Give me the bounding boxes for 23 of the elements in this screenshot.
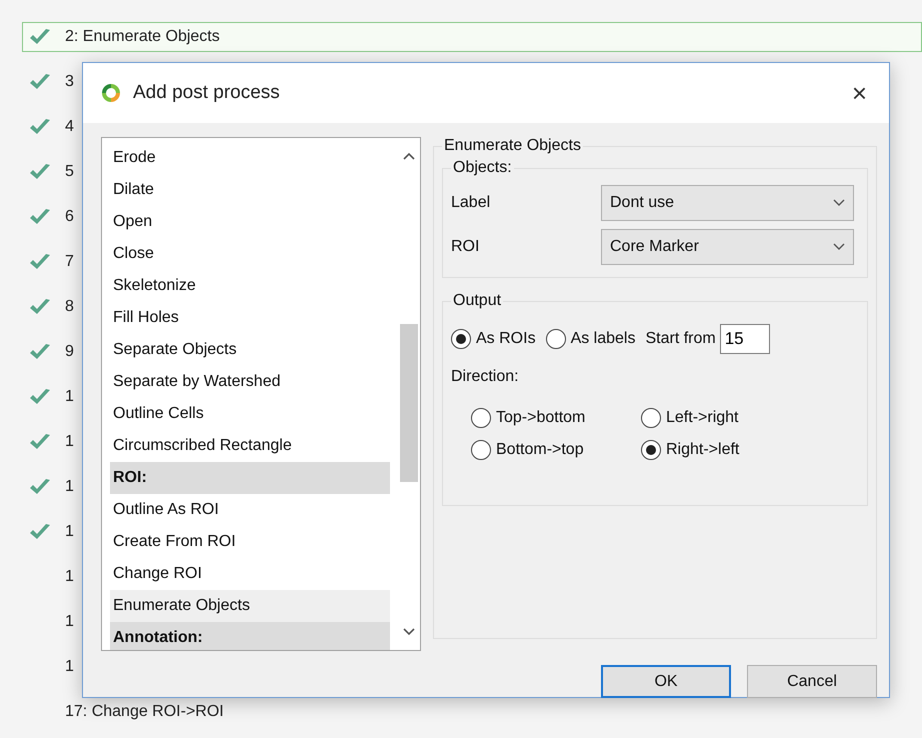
group-title: Enumerate Objects: [443, 137, 582, 155]
step-label: 17: Change ROI->ROI: [65, 703, 224, 721]
step-label: 1: [65, 433, 74, 451]
list-header: Annotation:: [110, 622, 390, 650]
step-label: 5: [65, 163, 74, 181]
step-label: 1: [65, 388, 74, 406]
step-label: 1: [65, 523, 74, 541]
step-label: 2: Enumerate Objects: [65, 28, 220, 46]
dialog-title: Add post process: [133, 82, 281, 104]
direction-label: Direction:: [451, 368, 520, 386]
step-label: 6: [65, 208, 74, 226]
group-title: Output: [452, 292, 502, 310]
step-label: 8: [65, 298, 74, 316]
step-label: 7: [65, 253, 74, 271]
list-header: ROI:: [110, 462, 390, 494]
field-label: ROI: [451, 238, 480, 256]
step-label: 1: [65, 478, 74, 496]
group-title: Objects:: [452, 159, 513, 177]
step-label: 4: [65, 118, 74, 136]
step-label: 9: [65, 343, 74, 361]
step-label: 3: [65, 73, 74, 91]
field-label: Label: [451, 194, 492, 212]
start-label: Start from: [645, 330, 716, 348]
